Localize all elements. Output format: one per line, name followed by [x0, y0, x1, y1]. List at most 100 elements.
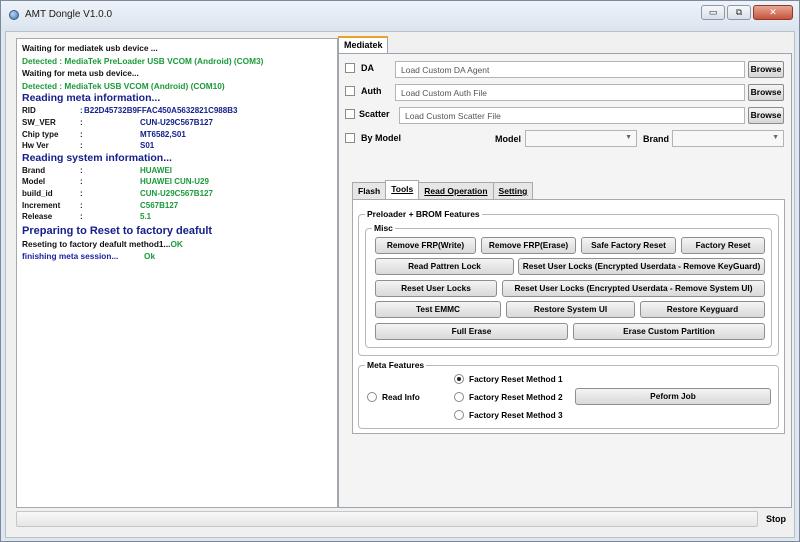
system-info-heading: Reading system information... [22, 151, 172, 164]
system-sep: : [80, 200, 83, 210]
tab-tools[interactable]: Tools [385, 180, 420, 199]
minimize-button[interactable]: ▭ [701, 5, 725, 20]
log-line: Reseting to factory deafult method1...OK [22, 238, 332, 251]
system-row: Increment : C567B127 [22, 200, 332, 212]
test-emmc-button[interactable]: Test EMMC [375, 301, 501, 318]
system-key: build_id [22, 188, 53, 198]
da-checkbox[interactable] [345, 63, 355, 73]
read-info-label: Read Info [382, 392, 420, 402]
da-browse-button[interactable]: Browse [748, 61, 784, 78]
da-label: DA [361, 63, 374, 73]
reset-user-locks-button[interactable]: Reset User Locks [375, 280, 497, 297]
meta-value: S01 [140, 141, 155, 151]
finish-status-text: finishing meta session... [22, 251, 119, 262]
tab-read-operation[interactable]: Read Operation [418, 182, 494, 199]
read-info-option[interactable]: Read Info [367, 392, 420, 402]
method3-option[interactable]: Factory Reset Method 3 [454, 410, 563, 420]
model-dropdown[interactable]: ▼ [525, 130, 637, 147]
window-title: AMT Dongle V1.0.0 [25, 9, 113, 20]
brand-label: Brand [643, 134, 670, 144]
auth-input[interactable]: Load Custom Auth File [395, 84, 745, 101]
perform-job-button[interactable]: Peform Job [575, 388, 771, 405]
meta-row: Hw Ver : S01 [22, 140, 332, 152]
remove-frp-write-button[interactable]: Remove FRP(Write) [375, 237, 476, 254]
meta-value: CUN-U29C567B127 [140, 117, 213, 127]
scatter-browse-button[interactable]: Browse [748, 107, 784, 124]
system-key: Model [22, 177, 46, 187]
method1-option[interactable]: Factory Reset Method 1 [454, 374, 563, 384]
restore-system-ui-button[interactable]: Restore System UI [506, 301, 635, 318]
mediatek-panel: DA Load Custom DA Agent Browse Auth Load… [338, 53, 792, 508]
stop-button[interactable]: Stop [766, 514, 786, 524]
restore-keyguard-button[interactable]: Restore Keyguard [640, 301, 765, 318]
system-sep: : [80, 177, 83, 187]
tab-mediatek[interactable]: Mediatek [338, 36, 388, 54]
da-row: DA [345, 63, 374, 73]
by-model-checkbox[interactable] [345, 133, 355, 143]
meta-info-heading: Reading meta information... [22, 92, 161, 105]
close-button[interactable]: ✕ [753, 5, 793, 20]
app-icon [9, 10, 19, 20]
system-key: Release [22, 212, 53, 222]
reset-user-locks-keyguard-button[interactable]: Reset User Locks (Encrypted Userdata - R… [518, 258, 765, 275]
meta-key: Chip type [22, 129, 59, 139]
system-value: CUN-U29C567B127 [140, 188, 213, 198]
by-model-row: By Model [345, 133, 401, 143]
auth-browse-button[interactable]: Browse [748, 84, 784, 101]
system-value: HUAWEI CUN-U29 [140, 177, 209, 187]
reset-status-ok: OK [170, 238, 183, 249]
scatter-row: Scatter [345, 109, 390, 119]
meta-sep: : [80, 129, 83, 139]
erase-custom-partition-button[interactable]: Erase Custom Partition [573, 323, 765, 340]
method3-radio[interactable] [454, 410, 464, 420]
scatter-label: Scatter [359, 109, 390, 119]
method1-radio[interactable] [454, 374, 464, 384]
meta-key: SW_VER [22, 117, 56, 127]
maximize-button[interactable]: ⧉ [727, 5, 751, 20]
progress-bar [16, 511, 758, 527]
safe-factory-reset-button[interactable]: Safe Factory Reset [581, 237, 676, 254]
auth-row: Auth [345, 86, 382, 96]
method2-label: Factory Reset Method 2 [469, 392, 563, 402]
chevron-down-icon: ▼ [772, 134, 779, 141]
da-input[interactable]: Load Custom DA Agent [395, 61, 745, 78]
log-line: Detected : MediaTek PreLoader USB VCOM (… [22, 55, 264, 66]
misc-group-title: Misc [372, 223, 395, 233]
chevron-down-icon: ▼ [625, 134, 632, 141]
meta-key: Hw Ver [22, 141, 49, 151]
read-pattern-lock-button[interactable]: Read Pattren Lock [375, 258, 514, 275]
tab-setting[interactable]: Setting [492, 182, 534, 199]
method1-label: Factory Reset Method 1 [469, 374, 563, 384]
meta-value: B22D45732B9FFAC450A5632821C988B3 [84, 106, 238, 116]
system-row: Brand : HUAWEI [22, 165, 332, 177]
misc-group: Misc Remove FRP(Write) Remove FRP(Erase)… [365, 223, 772, 348]
app-window: AMT Dongle V1.0.0 ▭ ⧉ ✕ Waiting for medi… [0, 0, 800, 542]
remove-frp-erase-button[interactable]: Remove FRP(Erase) [481, 237, 576, 254]
method2-option[interactable]: Factory Reset Method 2 [454, 392, 563, 402]
factory-reset-button[interactable]: Factory Reset [681, 237, 765, 254]
log-line: finishing meta session... Ok [22, 250, 332, 263]
system-sep: : [80, 212, 83, 222]
meta-row: RID : B22D45732B9FFAC450A5632821C988B3 [22, 105, 332, 117]
system-key: Increment [22, 200, 61, 210]
meta-sep: : [80, 141, 83, 151]
preloader-group-title: Preloader + BROM Features [365, 209, 482, 219]
log-line: Waiting for mediatek usb device ... [22, 43, 158, 53]
scatter-checkbox[interactable] [345, 109, 355, 119]
log-panel[interactable]: Waiting for mediatek usb device ... Dete… [16, 38, 338, 508]
reset-user-locks-system-ui-button[interactable]: Reset User Locks (Encrypted Userdata - R… [502, 280, 765, 297]
method3-label: Factory Reset Method 3 [469, 410, 563, 420]
method2-radio[interactable] [454, 392, 464, 402]
client-area: Waiting for mediatek usb device ... Dete… [5, 31, 795, 538]
reset-status-text: Reseting to factory deafult method1... [22, 238, 171, 249]
scatter-input[interactable]: Load Custom Scatter File [399, 107, 745, 124]
auth-checkbox[interactable] [345, 86, 355, 96]
brand-dropdown[interactable]: ▼ [672, 130, 784, 147]
read-info-radio[interactable] [367, 392, 377, 402]
tools-tab-body: Preloader + BROM Features Misc Remove FR… [352, 199, 785, 434]
system-row: Model : HUAWEI CUN-U29 [22, 176, 332, 188]
system-row: Release : 5.1 [22, 211, 332, 223]
tab-flash[interactable]: Flash [352, 182, 387, 199]
full-erase-button[interactable]: Full Erase [375, 323, 568, 340]
meta-features-title: Meta Features [365, 360, 427, 370]
